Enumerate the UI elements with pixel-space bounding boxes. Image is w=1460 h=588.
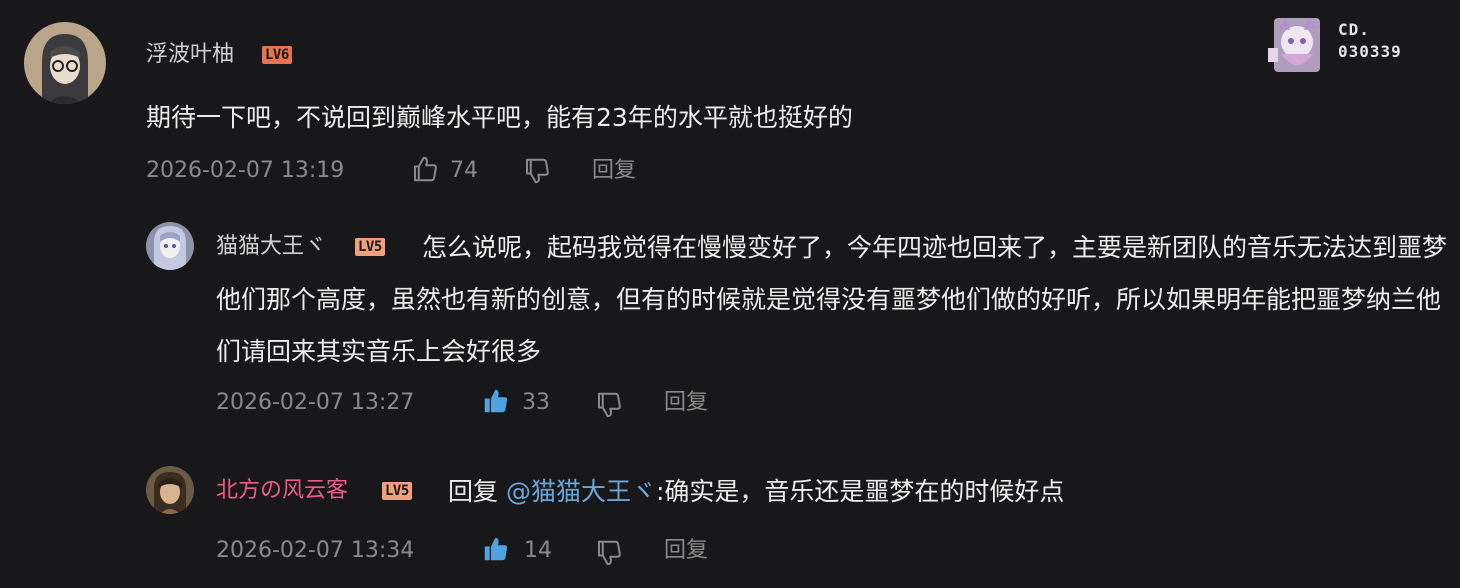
like-count: 74: [450, 158, 478, 183]
avatar[interactable]: [146, 466, 194, 514]
username[interactable]: 北方の风云客: [216, 476, 348, 506]
dislike-icon[interactable]: [522, 156, 552, 190]
username[interactable]: 浮波叶柚: [146, 40, 234, 70]
level-badge: LV5: [382, 482, 412, 500]
reply-button[interactable]: 回复: [592, 156, 636, 186]
level-badge: LV6: [262, 46, 292, 64]
like-icon[interactable]: [410, 154, 440, 188]
reply-prefix: 回复: [448, 477, 499, 506]
comment-text: :确实是，音乐还是噩梦在的时候好点: [655, 477, 1065, 506]
comment-time: 2026-02-07 13:34: [216, 538, 415, 563]
comment-time: 2026-02-07 13:19: [146, 158, 345, 183]
user-avatar-icon: [146, 466, 194, 514]
dislike-icon[interactable]: [594, 538, 624, 572]
user-avatar-icon: [24, 22, 106, 104]
comment-time: 2026-02-07 13:27: [216, 390, 415, 415]
avatar[interactable]: [146, 222, 194, 270]
reply-button[interactable]: 回复: [664, 388, 708, 418]
avatar[interactable]: [24, 22, 106, 104]
comment-text-line: 回复 @猫猫大王ヾ:确实是，音乐还是噩梦在的时候好点: [448, 466, 1064, 518]
comment-text: 期待一下吧，不说回到巅峰水平吧，能有23年的水平就也挺好的: [146, 103, 853, 132]
watermark-line1: CD.: [1338, 20, 1370, 39]
dislike-icon[interactable]: [594, 390, 624, 424]
mention-link[interactable]: @猫猫大王ヾ: [506, 477, 656, 506]
like-icon-active[interactable]: [481, 386, 511, 420]
watermark-logo: CD. 030339: [1264, 14, 1424, 78]
mascot-icon: [1268, 18, 1320, 72]
like-count: 33: [522, 390, 550, 415]
like-count: 14: [524, 538, 552, 563]
user-avatar-icon: [146, 222, 194, 270]
like-icon-active[interactable]: [481, 534, 511, 568]
reply-button[interactable]: 回复: [664, 536, 708, 566]
watermark-line2: 030339: [1338, 42, 1402, 61]
comment-text: 怎么说呢，起码我觉得在慢慢变好了，今年四迹也回来了，主要是新团队的音乐无法达到噩…: [216, 233, 1448, 366]
